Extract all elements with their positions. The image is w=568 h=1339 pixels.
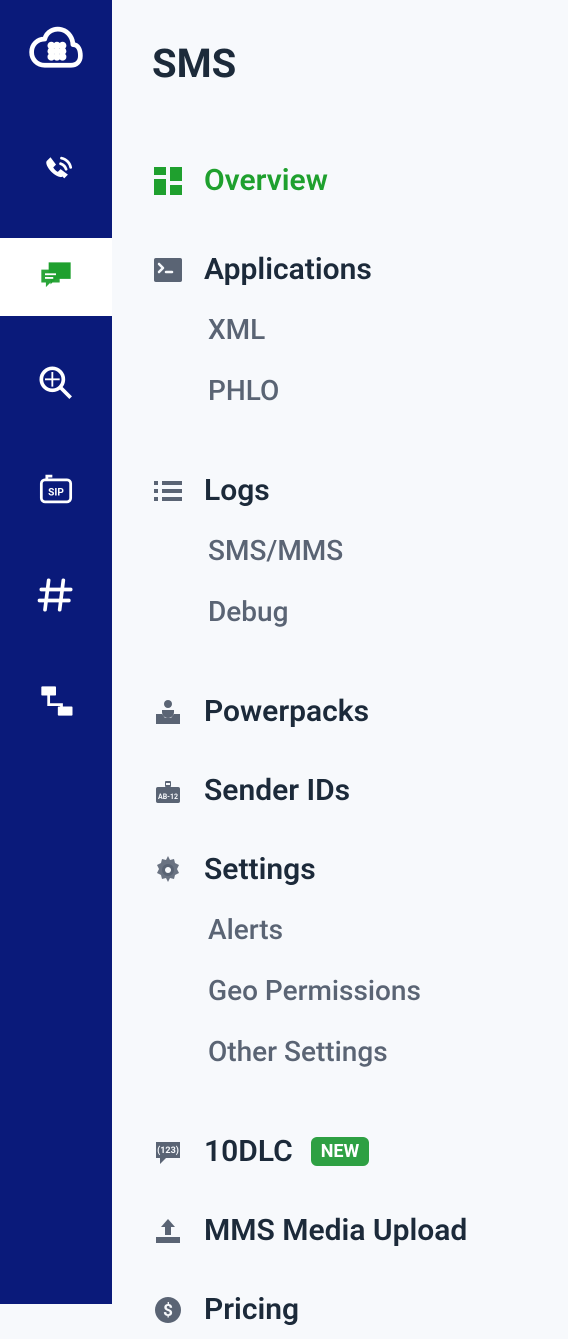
nav-label: Applications: [204, 252, 372, 287]
nav-label: Sender IDs: [204, 773, 350, 808]
nav-applications-xml[interactable]: XML: [148, 299, 568, 360]
logo-icon[interactable]: [26, 24, 86, 84]
nav-overview[interactable]: Overview: [148, 151, 568, 210]
nav-label: Powerpacks: [204, 694, 369, 729]
nav-label: Pricing: [204, 1292, 299, 1327]
gear-icon: [148, 854, 204, 886]
nav-logs-debug[interactable]: Debug: [148, 581, 568, 642]
id-badge-icon: AB-12: [148, 775, 204, 807]
hash-icon: [34, 573, 78, 617]
section-settings: Settings Alerts Geo Permissions Other Se…: [148, 840, 568, 1082]
inbox-person-icon: [148, 696, 204, 728]
search-icon: [34, 361, 78, 405]
terminal-icon: [148, 254, 204, 286]
nav-label: MMS Media Upload: [204, 1213, 467, 1248]
nav-label: Settings: [204, 852, 316, 887]
nav-pricing[interactable]: $ Pricing: [148, 1280, 568, 1339]
nav-settings-geo[interactable]: Geo Permissions: [148, 960, 568, 1021]
nav-label: Logs: [204, 473, 270, 508]
flow-icon: [34, 679, 78, 723]
upload-icon: [148, 1215, 204, 1247]
rail-lookup[interactable]: [0, 344, 112, 422]
nav-logs[interactable]: Logs: [148, 461, 568, 520]
rail-sip[interactable]: SIP: [0, 450, 112, 528]
rail-flow[interactable]: [0, 662, 112, 740]
svg-text:SIP: SIP: [48, 487, 64, 498]
nav-mms-upload[interactable]: MMS Media Upload: [148, 1201, 568, 1260]
nav-logs-smsmms[interactable]: SMS/MMS: [148, 520, 568, 581]
page-title: SMS: [148, 40, 568, 87]
section-logs: Logs SMS/MMS Debug: [148, 461, 568, 642]
nav-settings-alerts[interactable]: Alerts: [148, 899, 568, 960]
sip-icon: SIP: [34, 467, 78, 511]
rail-sms[interactable]: [0, 238, 112, 316]
nav-applications-phlo[interactable]: PHLO: [148, 360, 568, 421]
primary-rail: SIP: [0, 0, 112, 1304]
nav-powerpacks[interactable]: Powerpacks: [148, 682, 568, 741]
svg-text:AB-12: AB-12: [158, 793, 178, 801]
dollar-icon: $: [148, 1294, 204, 1326]
new-badge: NEW: [311, 1137, 370, 1166]
nav-label: Overview: [204, 163, 328, 198]
secondary-panel: SMS Overview Applications XML PHLO: [112, 0, 568, 1304]
nav-label: 10DLC: [204, 1134, 293, 1169]
rail-numbers[interactable]: [0, 556, 112, 634]
numbers-bubble-icon: (123): [148, 1136, 204, 1168]
nav-settings[interactable]: Settings: [148, 840, 568, 899]
chat-icon: [34, 255, 78, 299]
rail-voice[interactable]: [0, 132, 112, 210]
list-icon: [148, 475, 204, 507]
dashboard-icon: [148, 165, 204, 197]
nav-senderids[interactable]: AB-12 Sender IDs: [148, 761, 568, 820]
nav-settings-other[interactable]: Other Settings: [148, 1021, 568, 1082]
svg-text:(123): (123): [157, 1145, 179, 1156]
section-applications: Applications XML PHLO: [148, 240, 568, 421]
phone-icon: [34, 149, 78, 193]
nav-applications[interactable]: Applications: [148, 240, 568, 299]
nav-10dlc[interactable]: (123) 10DLC NEW: [148, 1122, 568, 1181]
